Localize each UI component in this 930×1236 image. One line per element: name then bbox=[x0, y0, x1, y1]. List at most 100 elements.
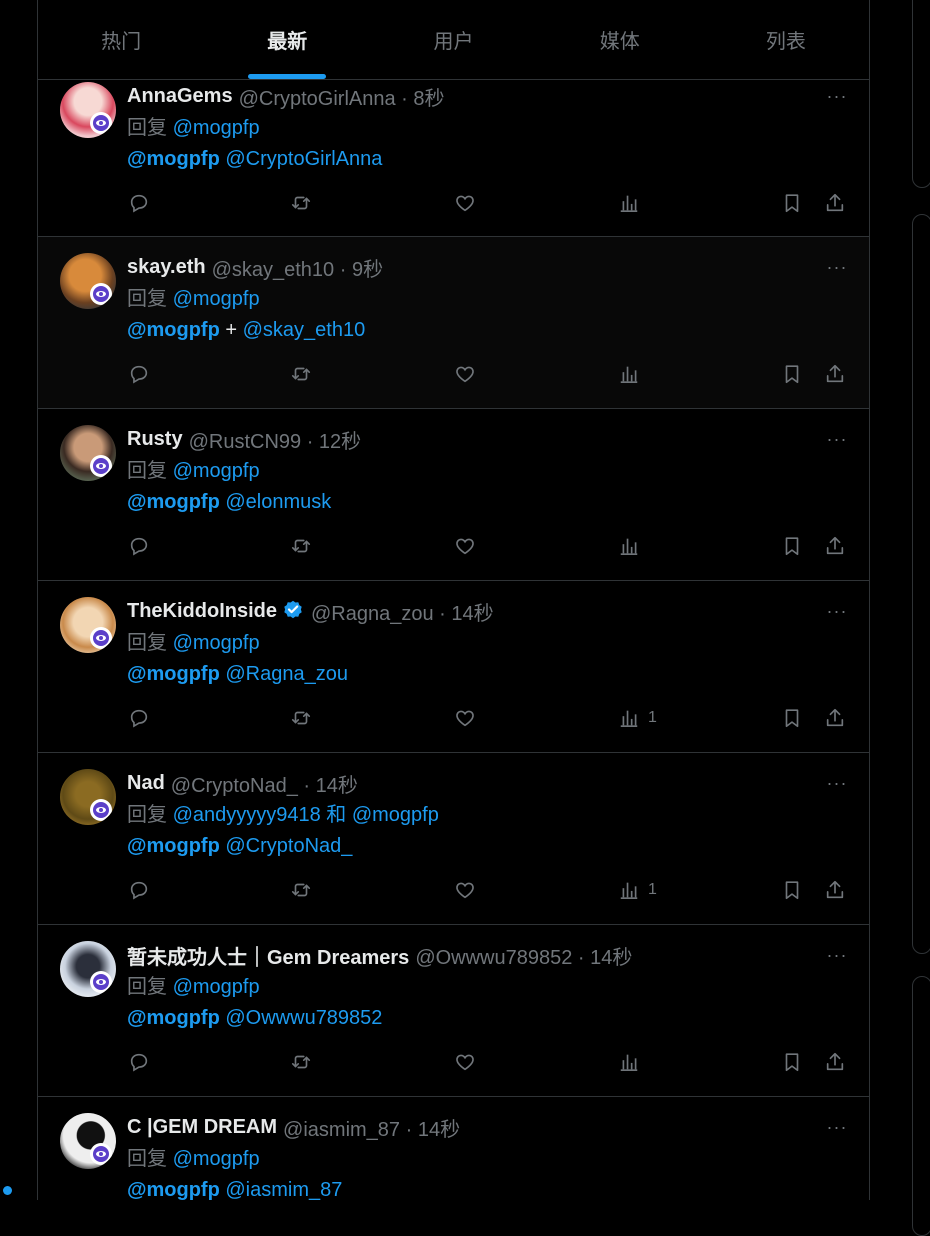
reply-to-mention[interactable]: @mogpfp bbox=[173, 632, 260, 654]
reply-button[interactable] bbox=[128, 363, 150, 385]
reply-to-mention[interactable]: @andyyyyy9418 和 @mogpfp bbox=[173, 804, 439, 826]
mention-link[interactable]: @iasmim_87 bbox=[225, 1179, 342, 1200]
bookmark-button[interactable] bbox=[781, 192, 803, 214]
mention-link[interactable]: @skay_eth10 bbox=[243, 319, 366, 341]
bookmark-button[interactable] bbox=[781, 1051, 803, 1073]
tab-latest[interactable]: 最新 bbox=[204, 0, 370, 79]
reply-button[interactable] bbox=[128, 707, 150, 729]
display-name[interactable]: Rusty bbox=[127, 428, 183, 451]
display-name[interactable]: 暂未成功人士｜Gem Dreamers bbox=[127, 941, 409, 970]
mention-link[interactable]: @Owwwu789852 bbox=[225, 1007, 382, 1029]
mention-link[interactable]: @CryptoGirlAnna bbox=[225, 148, 382, 170]
reply-button[interactable] bbox=[128, 1051, 150, 1073]
share-button[interactable] bbox=[824, 879, 846, 901]
share-button[interactable] bbox=[824, 192, 846, 214]
like-button[interactable] bbox=[454, 192, 476, 214]
views-button[interactable] bbox=[618, 535, 648, 557]
tweet[interactable]: 暂未成功人士｜Gem Dreamers @Owwwu789852 · 14秒 ·… bbox=[38, 925, 869, 1097]
mention-link[interactable]: @mogpfp bbox=[127, 319, 220, 341]
more-options-icon[interactable]: ··· bbox=[825, 82, 849, 110]
handle-and-time[interactable]: @Owwwu789852 · 14秒 bbox=[415, 941, 632, 970]
avatar[interactable] bbox=[60, 425, 116, 481]
repost-button[interactable] bbox=[290, 879, 312, 901]
reply-to-mention[interactable]: @mogpfp bbox=[173, 976, 260, 998]
repost-button[interactable] bbox=[290, 192, 312, 214]
mention-link[interactable]: @CryptoNad_ bbox=[225, 835, 352, 857]
analytics-icon bbox=[620, 882, 638, 899]
display-name[interactable]: TheKiddoInside bbox=[127, 600, 277, 623]
tweet[interactable]: Rusty @RustCN99 · 12秒 ··· 回复 @mogpfp @mo… bbox=[38, 409, 869, 581]
views-button[interactable] bbox=[618, 363, 648, 385]
handle-and-time[interactable]: @skay_eth10 · 9秒 bbox=[212, 253, 384, 282]
repost-button[interactable] bbox=[290, 535, 312, 557]
views-button[interactable]: 1 bbox=[618, 879, 657, 901]
repost-button[interactable] bbox=[290, 707, 312, 729]
analytics-icon bbox=[620, 538, 638, 555]
tweet[interactable]: skay.eth @skay_eth10 · 9秒 ··· 回复 @mogpfp… bbox=[38, 237, 869, 409]
mention-link[interactable]: @mogpfp bbox=[127, 1007, 220, 1029]
tab-lists[interactable]: 列表 bbox=[703, 0, 869, 79]
more-options-icon[interactable]: ··· bbox=[825, 253, 849, 281]
share-button[interactable] bbox=[824, 535, 846, 557]
like-button[interactable] bbox=[454, 363, 476, 385]
mention-link[interactable]: @mogpfp bbox=[127, 1179, 220, 1200]
share-button[interactable] bbox=[824, 363, 846, 385]
more-options-icon[interactable]: ··· bbox=[825, 425, 849, 453]
tweet[interactable]: C |GEM DREAM @iasmim_87 · 14秒 ··· 回复 @mo… bbox=[38, 1097, 869, 1200]
avatar[interactable] bbox=[60, 253, 116, 309]
display-name[interactable]: AnnaGems bbox=[127, 85, 233, 108]
more-options-icon[interactable]: ··· bbox=[825, 597, 849, 625]
reply-to-mention[interactable]: @mogpfp bbox=[173, 1148, 260, 1170]
bookmark-button[interactable] bbox=[781, 363, 803, 385]
more-options-icon[interactable]: ··· bbox=[825, 1113, 849, 1141]
avatar[interactable] bbox=[60, 597, 116, 653]
tweet[interactable]: TheKiddoInside @Ragna_zou · 14秒 ··· 回复 @… bbox=[38, 581, 869, 753]
mention-link[interactable]: @mogpfp bbox=[127, 663, 220, 685]
reply-button[interactable] bbox=[128, 192, 150, 214]
avatar[interactable] bbox=[60, 1113, 116, 1169]
handle-and-time[interactable]: @CryptoNad_ · 14秒 bbox=[171, 769, 358, 798]
more-options-icon[interactable]: ··· bbox=[825, 941, 849, 969]
handle-and-time[interactable]: @iasmim_87 · 14秒 bbox=[283, 1113, 460, 1142]
reply-button[interactable] bbox=[128, 535, 150, 557]
tab-people[interactable]: 用户 bbox=[370, 0, 536, 79]
tweet[interactable]: AnnaGems @CryptoGirlAnna · 8秒 ··· 回复 @mo… bbox=[38, 80, 869, 237]
tweet[interactable]: Nad @CryptoNad_ · 14秒 ··· 回复 @andyyyyy94… bbox=[38, 753, 869, 925]
views-button[interactable]: 1 bbox=[618, 707, 657, 729]
mention-link[interactable]: @mogpfp bbox=[127, 491, 220, 513]
handle-and-time[interactable]: @Ragna_zou · 14秒 bbox=[311, 597, 494, 626]
repost-button[interactable] bbox=[290, 363, 312, 385]
more-options-icon[interactable]: ··· bbox=[825, 769, 849, 797]
views-button[interactable] bbox=[618, 192, 648, 214]
reply-to-mention[interactable]: @mogpfp bbox=[173, 117, 260, 139]
display-name[interactable]: C |GEM DREAM bbox=[127, 1116, 277, 1139]
mention-link[interactable]: @elonmusk bbox=[225, 491, 331, 513]
avatar[interactable] bbox=[60, 82, 116, 138]
handle-and-time[interactable]: @CryptoGirlAnna · 8秒 bbox=[239, 82, 445, 111]
repost-button[interactable] bbox=[290, 1051, 312, 1073]
handle-and-time[interactable]: @RustCN99 · 12秒 bbox=[189, 425, 362, 454]
bookmark-button[interactable] bbox=[781, 535, 803, 557]
display-name[interactable]: Nad bbox=[127, 772, 165, 795]
tab-media[interactable]: 媒体 bbox=[537, 0, 703, 79]
reply-button[interactable] bbox=[128, 879, 150, 901]
reply-to-mention[interactable]: @mogpfp bbox=[173, 460, 260, 482]
bookmark-button[interactable] bbox=[781, 879, 803, 901]
share-button[interactable] bbox=[824, 1051, 846, 1073]
avatar[interactable] bbox=[60, 941, 116, 997]
like-button[interactable] bbox=[454, 1051, 476, 1073]
mention-link[interactable]: @mogpfp bbox=[127, 148, 220, 170]
views-button[interactable] bbox=[618, 1051, 648, 1073]
mention-link[interactable]: @mogpfp bbox=[127, 835, 220, 857]
like-button[interactable] bbox=[454, 535, 476, 557]
tab-top[interactable]: 热门 bbox=[38, 0, 204, 79]
like-button[interactable] bbox=[454, 879, 476, 901]
reply-to-mention[interactable]: @mogpfp bbox=[173, 288, 260, 310]
tweet-actions bbox=[38, 535, 869, 561]
mention-link[interactable]: @Ragna_zou bbox=[225, 663, 348, 685]
bookmark-button[interactable] bbox=[781, 707, 803, 729]
like-button[interactable] bbox=[454, 707, 476, 729]
avatar[interactable] bbox=[60, 769, 116, 825]
display-name[interactable]: skay.eth bbox=[127, 256, 206, 279]
share-button[interactable] bbox=[824, 707, 846, 729]
